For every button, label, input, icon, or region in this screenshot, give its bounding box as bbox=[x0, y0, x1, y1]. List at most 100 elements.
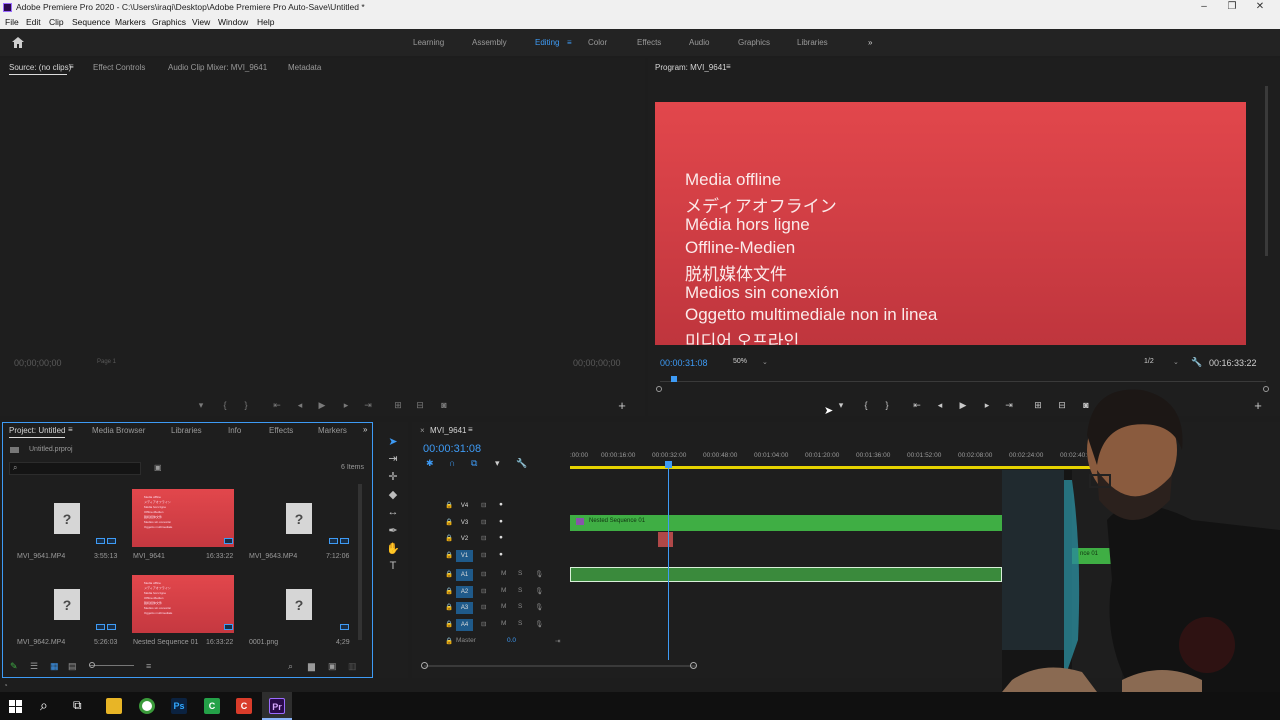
master-value[interactable]: 0.0 bbox=[507, 637, 516, 644]
program-monitor-frame[interactable]: Media offline メディアオフライン Média hors ligne… bbox=[655, 102, 1246, 345]
workspace-audio[interactable]: Audio bbox=[689, 38, 709, 47]
timeline-zoom-bar[interactable] bbox=[424, 665, 696, 667]
close-icon[interactable]: ✕ bbox=[1254, 1, 1266, 12]
snap-icon[interactable]: ∩ bbox=[449, 458, 455, 468]
workspace-learning[interactable]: Learning bbox=[413, 38, 444, 47]
offline-thumbnail[interactable]: Media offline メディアオフライン Média hors ligne Of… bbox=[132, 489, 234, 547]
sort-icon[interactable]: ≡ bbox=[146, 661, 151, 671]
wrench-icon[interactable]: 🔧 bbox=[1191, 357, 1202, 368]
minimize-icon[interactable]: – bbox=[1198, 1, 1210, 12]
program-mark-out-icon[interactable]: } bbox=[881, 400, 893, 410]
program-goto-in-icon[interactable]: ⇤ bbox=[911, 400, 923, 411]
mic-icon[interactable]: 🎙 bbox=[535, 603, 543, 611]
tab-sequence[interactable]: MVI_9641 bbox=[430, 426, 466, 435]
pen-tool-icon[interactable]: ✒ bbox=[386, 524, 400, 537]
track-select-tool-icon[interactable]: ⇥ bbox=[386, 452, 400, 465]
resolution-dropdown-icon[interactable]: ⌄ bbox=[1173, 358, 1179, 366]
sync-lock-icon[interactable]: ⊟ bbox=[481, 501, 486, 509]
program-step-back-icon[interactable]: ◂ bbox=[934, 400, 946, 411]
clip-nested-sequence[interactable]: Nested Sequence 01 bbox=[570, 515, 1002, 531]
lock-icon[interactable]: 🔒 bbox=[445, 551, 453, 559]
missing-media-icon[interactable]: ? bbox=[54, 589, 80, 620]
workspace-graphics[interactable]: Graphics bbox=[738, 38, 770, 47]
program-zoom-handle-left[interactable] bbox=[656, 386, 662, 392]
close-sequence-icon[interactable]: × bbox=[420, 426, 425, 435]
project-item-name[interactable]: Nested Sequence 01 bbox=[133, 639, 198, 646]
sequence-menu-icon[interactable]: ≡ bbox=[468, 425, 473, 434]
lock-icon[interactable]: 🔒 bbox=[445, 620, 453, 628]
type-tool-icon[interactable]: T bbox=[386, 560, 400, 572]
go-to-end-icon[interactable]: ⇥ bbox=[555, 637, 560, 645]
project-search-input[interactable] bbox=[9, 462, 141, 475]
playhead-line[interactable] bbox=[668, 462, 669, 660]
freeform-view-icon[interactable]: ▤ bbox=[68, 661, 77, 672]
solo-button[interactable]: S bbox=[518, 587, 522, 594]
mute-button[interactable]: M bbox=[501, 620, 506, 627]
sync-lock-icon[interactable]: ⊟ bbox=[481, 603, 486, 611]
source-insert-icon[interactable]: ⊞ bbox=[392, 400, 404, 411]
menu-window[interactable]: Window bbox=[218, 17, 248, 27]
program-mark-in-icon[interactable]: { bbox=[860, 400, 872, 410]
photoshop-icon[interactable]: Ps bbox=[171, 698, 187, 714]
source-mark-in-icon[interactable]: { bbox=[219, 400, 231, 410]
sync-lock-icon[interactable]: ⊟ bbox=[481, 620, 486, 628]
icon-view-icon[interactable]: ▦ bbox=[50, 661, 59, 672]
audio-clip-a1[interactable] bbox=[570, 567, 1002, 582]
source-play-icon[interactable]: ▶ bbox=[316, 400, 328, 411]
camtasia-recorder-icon[interactable]: C bbox=[236, 698, 252, 714]
mic-icon[interactable]: 🎙 bbox=[535, 587, 543, 595]
mute-button[interactable]: M bbox=[501, 570, 506, 577]
solo-button[interactable]: S bbox=[518, 570, 522, 577]
eye-icon[interactable]: ● bbox=[499, 518, 503, 525]
razor-tool-icon[interactable]: ◆ bbox=[386, 488, 400, 501]
mic-icon[interactable]: 🎙 bbox=[535, 570, 543, 578]
project-menu-icon[interactable]: ≡ bbox=[68, 425, 73, 434]
selection-tool-icon[interactable]: ➤ bbox=[386, 435, 400, 448]
lock-icon[interactable]: 🔒 bbox=[445, 534, 453, 542]
sync-lock-icon[interactable]: ⊟ bbox=[481, 587, 486, 595]
program-title[interactable]: Program: MVI_9641 bbox=[655, 63, 727, 72]
hamburger-icon[interactable]: ≡ bbox=[567, 38, 572, 47]
menu-sequence[interactable]: Sequence bbox=[72, 17, 110, 27]
program-play-icon[interactable]: ▶ bbox=[957, 400, 969, 411]
project-item-name[interactable]: MVI_9643.MP4 bbox=[249, 553, 297, 560]
chrome-icon[interactable] bbox=[139, 698, 155, 714]
list-view-icon[interactable]: ☰ bbox=[30, 661, 38, 672]
mute-button[interactable]: M bbox=[501, 603, 506, 610]
sync-lock-icon[interactable]: ⊟ bbox=[481, 570, 486, 578]
menu-clip[interactable]: Clip bbox=[49, 17, 64, 27]
timeline-zoom-left-handle[interactable] bbox=[421, 662, 428, 669]
offline-thumbnail[interactable]: Media offline メディアオフライン Média hors ligne Of… bbox=[132, 575, 234, 633]
sync-lock-icon[interactable]: ⊟ bbox=[481, 551, 486, 559]
menu-file[interactable]: File bbox=[5, 17, 19, 27]
timeline-zoom-right-handle[interactable] bbox=[690, 662, 697, 669]
linked-selection-icon[interactable]: ⧉ bbox=[471, 458, 477, 469]
trash-icon[interactable]: ▥ bbox=[348, 661, 357, 672]
tab-effects[interactable]: Effects bbox=[269, 426, 293, 435]
tab-libraries[interactable]: Libraries bbox=[171, 426, 202, 435]
menu-view[interactable]: View bbox=[192, 17, 210, 27]
search-taskbar-icon[interactable]: ⌕ bbox=[40, 697, 48, 714]
tab-project[interactable]: Project: Untitled bbox=[9, 426, 65, 435]
lock-icon[interactable]: 🔒 bbox=[445, 637, 453, 645]
project-item-name[interactable]: MVI_9642.MP4 bbox=[17, 639, 65, 646]
missing-media-icon[interactable]: ? bbox=[286, 503, 312, 534]
lock-icon[interactable]: 🔒 bbox=[445, 603, 453, 611]
program-playhead[interactable] bbox=[671, 376, 677, 382]
eye-icon[interactable]: ● bbox=[499, 551, 503, 558]
slip-tool-icon[interactable]: ↔ bbox=[386, 506, 400, 518]
program-step-forward-icon[interactable]: ▸ bbox=[981, 400, 993, 411]
track-label[interactable]: V4 bbox=[456, 500, 473, 512]
sync-lock-icon[interactable]: ⊟ bbox=[481, 534, 486, 542]
lock-icon[interactable]: 🔒 bbox=[445, 518, 453, 526]
premiere-pro-taskbar-icon[interactable]: Pr bbox=[269, 698, 285, 714]
source-export-frame-icon[interactable]: ◙ bbox=[438, 400, 450, 410]
tab-markers[interactable]: Markers bbox=[318, 426, 347, 435]
track-label[interactable]: A3 bbox=[456, 602, 473, 614]
tab-source[interactable]: Source: (no clips) bbox=[9, 63, 71, 72]
more-workspaces-icon[interactable]: » bbox=[868, 38, 872, 47]
home-icon[interactable] bbox=[12, 37, 24, 48]
file-explorer-icon[interactable] bbox=[106, 698, 122, 714]
source-add-button-icon[interactable]: + bbox=[616, 398, 628, 413]
missing-media-icon[interactable]: ? bbox=[286, 589, 312, 620]
